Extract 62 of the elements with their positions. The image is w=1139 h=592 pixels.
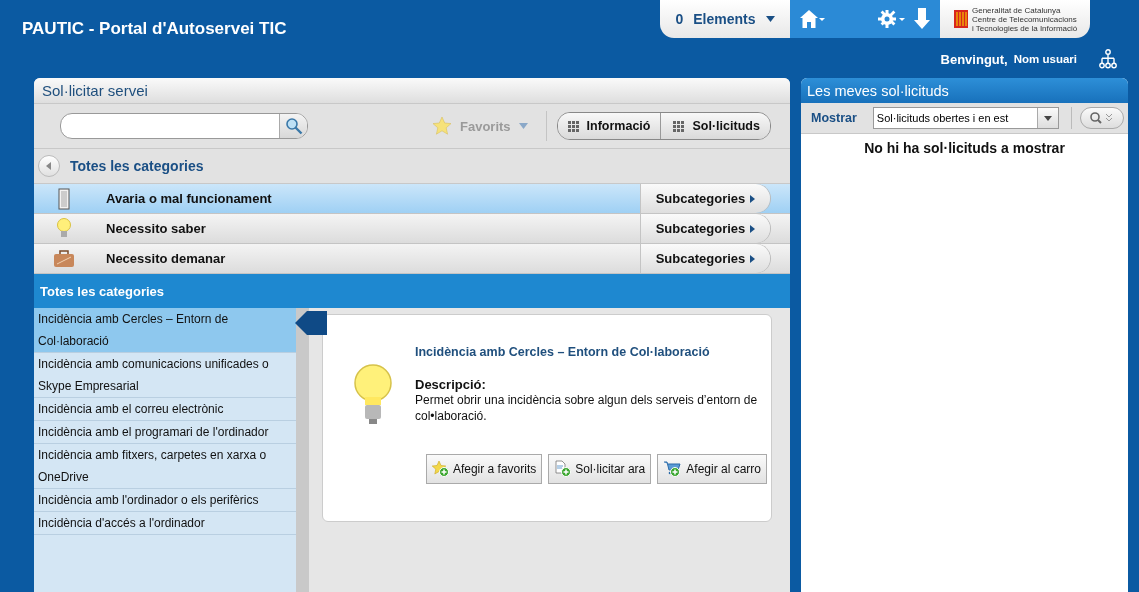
filter-label: Mostrar — [811, 111, 857, 125]
cart-add-icon — [663, 460, 684, 478]
caret-icon — [518, 123, 528, 129]
welcome-text: Benvingut, — [940, 51, 1008, 67]
search-field[interactable] — [60, 113, 308, 139]
logo-icon — [954, 10, 968, 28]
back-button[interactable] — [38, 155, 60, 177]
cart-menu[interactable]: 0 Elements — [660, 0, 790, 38]
grid-icon — [567, 120, 579, 132]
caret-icon — [750, 224, 756, 233]
caret-icon — [765, 16, 775, 22]
logo-text: i Tecnologies de la Informació — [972, 23, 1078, 33]
panel-title: Sol·licitar servei — [42, 82, 148, 99]
subcategories-button[interactable]: Subcategories — [640, 214, 770, 243]
category-row[interactable]: Avaria o mal funcionament Subcategories — [34, 184, 790, 214]
detail-title: Incidència amb Cercles – Entorn de Col·laboració — [415, 345, 711, 359]
subcategory-item[interactable]: Incidència amb l'ordinador o els perifèrics — [34, 489, 296, 512]
subcategories-button[interactable]: Subcategories — [640, 184, 770, 213]
subcategory-item[interactable]: Incidència amb el programari de l'ordinador — [34, 421, 296, 444]
home-menu-icon[interactable] — [800, 9, 826, 29]
caret-icon — [750, 194, 756, 203]
search-icon[interactable] — [279, 114, 307, 138]
settings-icon[interactable] — [878, 9, 906, 29]
subcategory-item[interactable]: Incidència amb Cercles – Entorn de Col·laboració — [34, 308, 296, 353]
description-label: Descripció: — [415, 377, 487, 392]
view-button[interactable]: Sol·licituds — [660, 113, 770, 139]
empty-message: No hi ha sol·licituds a mostrar — [863, 139, 1066, 156]
back-arrow-icon — [46, 162, 52, 170]
category-row[interactable]: Necessito demanar Subcategories — [34, 244, 790, 274]
subcategory-item[interactable]: Incidència amb comunicacions unificades o Skype Empresarial — [34, 353, 296, 398]
grid-icon — [673, 120, 685, 132]
filter-dropdown[interactable]: Sol·licituds obertes i en est — [872, 107, 1059, 129]
caret-icon — [1043, 115, 1052, 121]
subcategories-button[interactable]: Subcategories — [640, 244, 770, 273]
document-add-icon — [554, 460, 573, 478]
subcategory-item[interactable]: Incidència d'accés a l'ordinador — [34, 512, 296, 535]
caret-icon — [750, 254, 756, 263]
briefcase-icon — [53, 249, 75, 268]
light-bulb-icon — [353, 363, 393, 425]
sitemap-icon[interactable] — [1099, 49, 1117, 69]
action-button[interactable]: Afegir al carro — [657, 454, 767, 484]
section-header: Totes les categories — [34, 274, 790, 308]
user-name: Nom usuari — [1013, 53, 1077, 65]
logo-text: Generalitat de Catalunya — [972, 5, 1061, 15]
search-options-button[interactable] — [1079, 107, 1124, 129]
door-icon — [58, 187, 70, 210]
star-add-icon — [431, 460, 450, 478]
action-button[interactable]: Afegir a favorits — [425, 454, 543, 484]
selection-pointer — [295, 311, 327, 335]
logo-text: Centre de Telecomunicacions — [972, 14, 1078, 24]
view-button[interactable]: Informació — [557, 113, 661, 139]
breadcrumb-link[interactable]: Totes les categories — [70, 158, 204, 174]
category-row[interactable]: Necessito saber Subcategories — [34, 214, 790, 244]
panel-title: Les meves sol·licituds — [807, 82, 949, 99]
star-icon — [432, 116, 452, 136]
description-text: Permet obrir una incidència sobre algun dels serveis d’entorn de col•laboració. — [415, 392, 759, 424]
app-title: PAUTIC - Portal d'Autoservei TIC — [22, 19, 288, 39]
light-bulb-icon — [56, 217, 72, 240]
subcategory-item[interactable]: Incidència amb fitxers, carpetes en xarxa o OneDrive — [34, 444, 296, 489]
subcategory-item[interactable]: Incidència amb el correu electrònic — [34, 398, 296, 421]
download-icon[interactable] — [914, 8, 930, 30]
action-button[interactable]: Sol·licitar ara — [548, 454, 652, 484]
